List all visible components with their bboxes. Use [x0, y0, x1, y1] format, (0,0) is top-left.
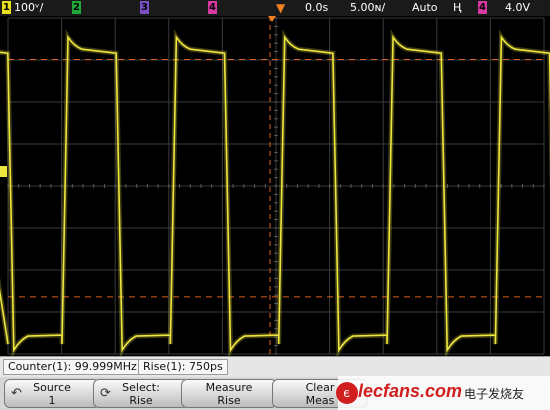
rise-measurement: Rise(1): 750ps [138, 359, 228, 375]
channel-2-status[interactable]: 2 [72, 1, 84, 15]
scope-markers [0, 16, 276, 177]
waveform-canvas [0, 16, 550, 356]
trigger-level[interactable]: 4.0V [505, 1, 530, 15]
trigger-mode[interactable]: Auto [412, 1, 438, 15]
watermark-subtitle: 电子发烧友 [464, 387, 525, 401]
trigger-slope-icon: Ⱨ [453, 1, 462, 14]
rotate-knob-icon: ⟳ [100, 386, 111, 401]
trigger-source[interactable]: 4 [478, 1, 490, 15]
channel-4-chip: 4 [208, 1, 217, 14]
source-softkey[interactable]: ↶ Source 1 [4, 379, 100, 408]
measurement-bar: Counter(1): 99.999MHz Rise(1): 750ps [0, 356, 550, 377]
softkey-label: Measure [205, 381, 253, 394]
softkey-value: Rise [217, 394, 241, 407]
select-softkey[interactable]: ⟳ Select: Rise [93, 379, 189, 408]
ground-marker-icon [0, 166, 7, 177]
watermark: e elecfans.com 电子发烧友 [336, 376, 550, 410]
trigger-marker-icon: ▼ [276, 1, 286, 15]
watermark-brand: elecfans.com [348, 381, 463, 401]
channel-3-status[interactable]: 3 [140, 1, 152, 15]
channel-4-status[interactable]: 4 [208, 1, 220, 15]
softkey-bar: ↶ Source 1 ⟳ Select: Rise Measure Rise C… [0, 376, 550, 410]
channel-1-scale: 100ᵛ/ [14, 1, 44, 14]
time-scale[interactable]: 5.00ɴ/ [350, 1, 385, 15]
channel-2-chip: 2 [72, 1, 81, 14]
return-arrow-icon: ↶ [11, 386, 22, 401]
counter-measurement: Counter(1): 99.999MHz [3, 359, 142, 375]
trigger-position-icon [268, 16, 276, 22]
scope-display [0, 16, 550, 356]
time-offset[interactable]: 0.0s [305, 1, 328, 15]
measure-rise-softkey[interactable]: Measure Rise [181, 379, 277, 408]
status-bar: 1 100ᵛ/ 2 3 4 ▼ 0.0s 5.00ɴ/ Auto Ⱨ 4 4.0V [0, 0, 550, 16]
graticule [7, 17, 545, 355]
channel-1-status[interactable]: 1 100ᵛ/ [2, 1, 43, 15]
trigger-source-chip: 4 [478, 1, 487, 14]
channel-3-chip: 3 [140, 1, 149, 14]
channel-1-chip: 1 [2, 1, 11, 14]
